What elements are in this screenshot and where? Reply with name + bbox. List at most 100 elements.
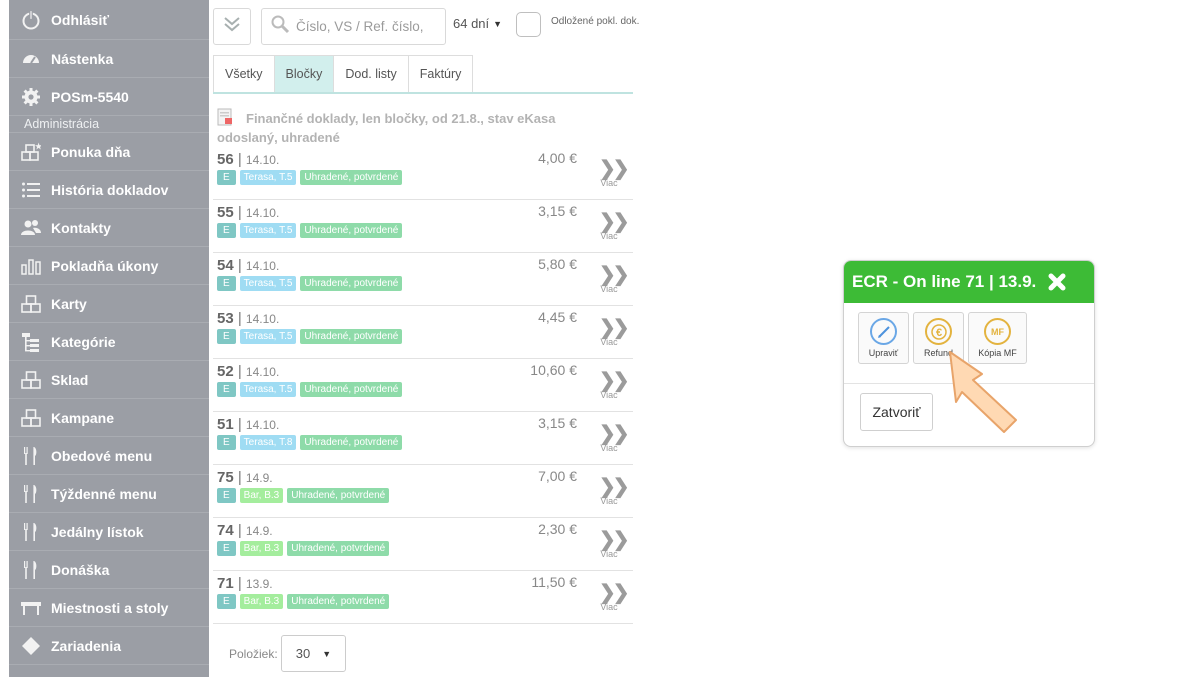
- page-size-select[interactable]: 30 ▼: [281, 635, 346, 672]
- gauge-icon: [20, 49, 42, 69]
- receipt-row[interactable]: 71 | 13.9. 11,50 € E Bar, B.3 Uhradené, …: [213, 571, 633, 624]
- receipt-row[interactable]: 56 | 14.10. 4,00 € E Terasa, T.5 Uhraden…: [213, 147, 633, 200]
- sidebar-item-label: Týždenné menu: [51, 485, 157, 502]
- mf-copy-icon: MF: [984, 318, 1011, 345]
- sidebar-item-rooms-tables[interactable]: Miestnosti a stoly: [9, 589, 209, 627]
- status-badge: Uhradené, potvrdené: [300, 382, 403, 397]
- more-button[interactable]: ❯❯ Viac: [599, 318, 630, 347]
- more-label: Viac: [600, 549, 618, 559]
- more-button[interactable]: ❯❯ Viac: [599, 424, 630, 453]
- sidebar-item-daily-offer[interactable]: ★ Ponuka dňa: [9, 133, 209, 171]
- more-button[interactable]: ❯❯ Viac: [599, 477, 630, 506]
- power-icon: [20, 9, 42, 30]
- sidebar-item-food-list[interactable]: Jedálny lístok: [9, 513, 209, 551]
- ekasa-badge: E: [217, 382, 236, 397]
- receipt-number: 74 | 14.9.: [217, 522, 273, 539]
- close-icon[interactable]: [1047, 272, 1067, 292]
- more-label: Viac: [600, 390, 618, 400]
- more-button[interactable]: ❯❯ Viac: [599, 370, 630, 400]
- gear-icon: [20, 87, 42, 107]
- pointer-arrow-icon: [949, 351, 1017, 433]
- status-badge: Uhradené, potvrdené: [300, 329, 403, 344]
- page-size-label: Položiek:: [229, 647, 278, 661]
- search-icon: [270, 14, 290, 39]
- tab-delivery-notes[interactable]: Dod. listy: [333, 55, 409, 92]
- status-badge: Uhradené, potvrdené: [300, 170, 403, 185]
- filter-info-text: Finančné doklady, len bločky, od 21.8., …: [217, 111, 556, 145]
- sidebar-item-contacts[interactable]: Kontakty: [9, 209, 209, 247]
- tab-invoices[interactable]: Faktúry: [407, 55, 474, 92]
- close-button[interactable]: Zatvoriť: [860, 393, 933, 431]
- sidebar-item-posm[interactable]: POSm-5540: [9, 78, 209, 116]
- table-icon: [20, 598, 42, 618]
- receipt-tags: E Terasa, T.5 Uhradené, potvrdené: [217, 329, 403, 344]
- double-chevron-right-icon: ❯❯: [599, 158, 630, 180]
- more-label: Viac: [600, 284, 618, 294]
- more-label: Viac: [600, 443, 618, 453]
- diamond-icon: [20, 636, 42, 656]
- search-box: [261, 8, 446, 45]
- receipt-row[interactable]: 75 | 14.9. 7,00 € E Bar, B.3 Uhradené, p…: [213, 465, 633, 518]
- sidebar-item-cards[interactable]: Karty: [9, 285, 209, 323]
- sidebar-item-stock[interactable]: Sklad: [9, 361, 209, 399]
- status-badge: Uhradené, potvrdené: [287, 488, 390, 503]
- receipt-tags: E Terasa, T.5 Uhradené, potvrdené: [217, 276, 403, 291]
- modal-title: ECR - On line 71 | 13.9.: [852, 272, 1037, 291]
- more-label: Viac: [600, 496, 618, 506]
- days-select[interactable]: 64 dní ▼: [453, 16, 502, 31]
- sidebar-item-lunch-menu[interactable]: Obedové menu: [9, 437, 209, 475]
- expand-filter-button[interactable]: [213, 8, 251, 45]
- receipt-row[interactable]: 53 | 14.10. 4,45 € E Terasa, T.5 Uhraden…: [213, 306, 633, 359]
- sidebar-item-delivery[interactable]: Donáška: [9, 551, 209, 589]
- sidebar: Odhlásiť Nástenka POSm-5540 Administráci…: [9, 0, 209, 677]
- place-badge: Terasa, T.5: [239, 329, 297, 344]
- receipt-tags: E Bar, B.3 Uhradené, potvrdené: [217, 594, 390, 609]
- receipt-number: 52 | 14.10.: [217, 363, 280, 380]
- cutlery-icon: [20, 484, 42, 504]
- place-badge: Terasa, T.5: [239, 382, 297, 397]
- sidebar-item-campaigns[interactable]: Kampane: [9, 399, 209, 437]
- ekasa-badge: E: [217, 170, 236, 185]
- more-button[interactable]: ❯❯ Viac: [599, 583, 630, 612]
- receipt-number: 71 | 13.9.: [217, 575, 273, 592]
- receipt-row[interactable]: 74 | 14.9. 2,30 € E Bar, B.3 Uhradené, p…: [213, 518, 633, 571]
- receipt-number: 53 | 14.10.: [217, 310, 280, 327]
- days-value: 64 dní: [453, 16, 490, 31]
- sidebar-item-weekly-menu[interactable]: Týždenné menu: [9, 475, 209, 513]
- status-badge: Uhradené, potvrdené: [300, 276, 403, 291]
- double-chevron-right-icon: ❯❯: [599, 370, 630, 392]
- double-chevron-right-icon: ❯❯: [599, 529, 630, 551]
- edit-label: Upraviť: [868, 348, 899, 358]
- logout-label: Odhlásiť: [51, 11, 110, 28]
- receipt-tags: E Terasa, T.8 Uhradené, potvrdené: [217, 435, 403, 450]
- status-badge: Uhradené, potvrdené: [300, 223, 403, 238]
- tab-receipts[interactable]: Bločky: [273, 55, 335, 92]
- more-button[interactable]: ❯❯ Viac: [599, 265, 630, 294]
- receipt-number: 54 | 14.10.: [217, 257, 280, 274]
- tab-all[interactable]: Všetky: [213, 55, 275, 92]
- more-button[interactable]: ❯❯ Viac: [599, 529, 630, 559]
- receipt-amount: 3,15 €: [538, 415, 577, 431]
- doc-type-tabs: Všetky Bločky Dod. listy Faktúry: [213, 55, 633, 94]
- sidebar-item-history[interactable]: História dokladov: [9, 171, 209, 209]
- sidebar-item-categories[interactable]: Kategórie: [9, 323, 209, 361]
- receipt-tags: E Terasa, T.5 Uhradené, potvrdené: [217, 382, 403, 397]
- sidebar-item-devices[interactable]: Zariadenia: [9, 627, 209, 665]
- cutlery-icon: [20, 446, 42, 466]
- receipt-row[interactable]: 52 | 14.10. 10,60 € E Terasa, T.5 Uhrade…: [213, 359, 633, 412]
- receipt-row[interactable]: 55 | 14.10. 3,15 € E Terasa, T.5 Uhraden…: [213, 200, 633, 253]
- sidebar-item-dashboard[interactable]: Nástenka: [9, 40, 209, 78]
- more-button[interactable]: ❯❯ Viac: [599, 158, 630, 188]
- receipt-row[interactable]: 51 | 14.10. 3,15 € E Terasa, T.8 Uhraden…: [213, 412, 633, 465]
- sidebar-item-cash-actions[interactable]: Pokladňa úkony: [9, 247, 209, 285]
- more-button[interactable]: ❯❯ Viac: [599, 212, 630, 241]
- receipt-row[interactable]: 54 | 14.10. 5,80 € E Terasa, T.5 Uhraden…: [213, 253, 633, 306]
- search-input[interactable]: [296, 19, 436, 34]
- sidebar-item-label: Nástenka: [51, 50, 114, 67]
- ekasa-badge: E: [217, 541, 236, 556]
- logout-button[interactable]: Odhlásiť: [9, 0, 209, 40]
- ekasa-badge: E: [217, 488, 236, 503]
- chevron-down-icon: ▼: [322, 648, 332, 659]
- edit-button[interactable]: Upraviť: [858, 312, 909, 364]
- postponed-checkbox[interactable]: [516, 12, 541, 37]
